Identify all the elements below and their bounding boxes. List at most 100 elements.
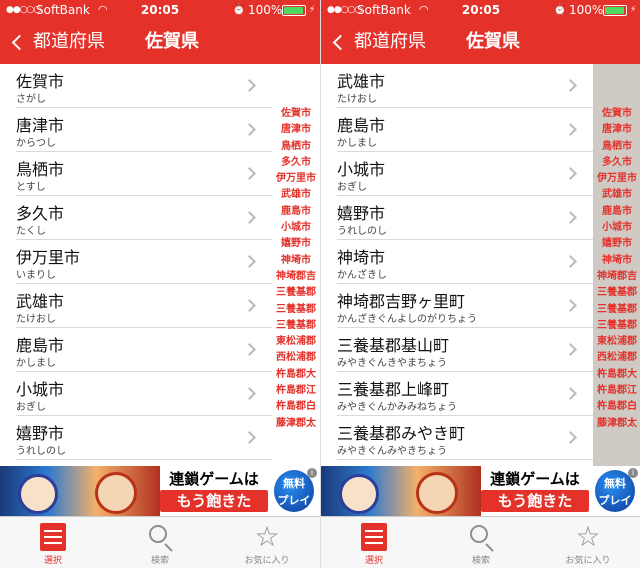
list-item[interactable]: 嬉野市 うれしのし [337,196,593,240]
index-item[interactable]: 武雄市 [593,187,640,203]
ad-subheadline: もう飽きた [160,490,268,512]
list-item[interactable]: 鹿島市 かしまし [337,108,593,152]
index-item[interactable]: 武雄市 [272,187,320,203]
city-name: 嬉野市 [16,424,65,443]
section-index[interactable]: 佐賀市 唐津市 鳥栖市 多久市 伊万里市 武雄市 鹿島市 小城市 嬉野市 神埼市… [593,64,640,466]
chevron-right-icon [564,123,577,136]
city-reading: おぎし [337,182,367,193]
index-item[interactable]: 藤津郡太 [593,416,640,432]
list-item[interactable]: 多久市 たくし [16,196,272,240]
city-reading: かしまし [16,358,56,369]
index-item[interactable]: 唐津市 [593,122,640,138]
menu-icon [361,523,387,551]
city-reading: とすし [16,182,46,193]
index-item[interactable]: 多久市 [593,155,640,171]
index-item[interactable]: 杵島郡白 [272,399,320,415]
index-item[interactable]: 杵島郡白 [593,399,640,415]
ad-banner[interactable]: 連鎖ゲームは もう飽きた 無料 プレイ i [0,466,320,516]
index-item[interactable]: 伊万里市 [593,171,640,187]
index-item[interactable]: 三養基郡 [593,302,640,318]
index-item[interactable]: 杵島郡大 [593,367,640,383]
index-item[interactable]: 東松浦郡 [272,334,320,350]
chevron-right-icon [243,431,256,444]
tab-select[interactable]: 選択 [321,517,427,568]
chevron-right-icon [564,299,577,312]
list-item[interactable]: 佐賀市 さがし [16,64,272,108]
index-item[interactable]: 西松浦郡 [593,350,640,366]
index-item[interactable]: 神埼市 [593,253,640,269]
index-item[interactable]: 鹿島市 [593,204,640,220]
ad-banner[interactable]: 連鎖ゲームは もう飽きた 無料 プレイ i [321,466,640,516]
index-item[interactable]: 神埼郡吉 [593,269,640,285]
tab-label: 選択 [364,556,383,566]
list-item[interactable]: 武雄市 たけおし [337,64,593,108]
status-bar: ●●○○○ SoftBank ◠ 20:05 ⏰ 100% ⚡ [321,0,640,20]
index-item[interactable]: 杵島郡江 [593,383,640,399]
index-item[interactable]: 佐賀市 [593,106,640,122]
list-item[interactable]: 嬉野市 うれしのし [16,416,272,460]
index-item[interactable]: 鳥栖市 [272,139,320,155]
city-list[interactable]: 武雄市 たけおし 鹿島市 かしまし 小城市 おぎし 嬉野市 うれしのし 神埼市 かんざきし… [321,64,593,466]
ad-headline: 連鎖ゲームは [169,470,259,488]
index-item[interactable]: 小城市 [272,220,320,236]
ad-info-icon[interactable]: i [307,468,317,478]
city-reading: みやきぐんかみみねちょう [337,402,457,413]
chevron-right-icon [243,211,256,224]
index-item[interactable]: 杵島郡江 [272,383,320,399]
list-item[interactable]: 神埼市 かんざきし [337,240,593,284]
index-item[interactable]: 多久市 [272,155,320,171]
list-item[interactable]: 伊万里市 いまりし [16,240,272,284]
battery-icon [282,5,306,16]
section-index[interactable]: 佐賀市 唐津市 鳥栖市 多久市 伊万里市 武雄市 鹿島市 小城市 嬉野市 神埼市… [272,64,320,466]
back-button[interactable]: 都道府県 [8,20,105,64]
index-item[interactable]: 嬉野市 [272,236,320,252]
city-name: 多久市 [16,204,65,223]
city-reading: うれしのし [16,446,66,457]
index-item[interactable]: 神埼市 [272,253,320,269]
index-item[interactable]: 唐津市 [272,122,320,138]
tab-search[interactable]: 検索 [107,517,213,568]
index-item[interactable]: 鹿島市 [272,204,320,220]
list-item[interactable]: 小城市 おぎし [337,152,593,196]
chevron-right-icon [243,167,256,180]
tab-favorites[interactable]: ☆ お気に入り [214,517,320,568]
list-item[interactable]: 鳥栖市 とすし [16,152,272,196]
list-item[interactable]: 小城市 おぎし [16,372,272,416]
tab-label: 検索 [150,556,169,566]
index-item[interactable]: 杵島郡大 [272,367,320,383]
back-button[interactable]: 都道府県 [329,20,426,64]
index-item[interactable]: 三養基郡 [593,318,640,334]
index-item[interactable]: 東松浦郡 [593,334,640,350]
battery-icon [603,5,627,16]
list-item[interactable]: 鹿島市 かしまし [16,328,272,372]
city-name: 神埼郡吉野ヶ里町 [337,292,466,311]
list-item[interactable]: 三養基郡上峰町 みやきぐんかみみねちょう [337,372,593,416]
list-item[interactable]: 武雄市 たけおし [16,284,272,328]
index-item[interactable]: 西松浦郡 [272,350,320,366]
star-icon: ☆ [254,520,280,553]
city-list[interactable]: 佐賀市 さがし 唐津市 からつし 鳥栖市 とすし 多久市 たくし 伊万里市 いまりし 武雄… [0,64,272,466]
ad-info-icon[interactable]: i [628,468,638,478]
index-item[interactable]: 藤津郡太 [272,416,320,432]
list-item[interactable]: 神埼郡吉野ヶ里町 かんざきぐんよしのがりちょう [337,284,593,328]
index-item[interactable]: 三養基郡 [272,318,320,334]
list-item[interactable]: 三養基郡基山町 みやきぐんきやまちょう [337,328,593,372]
ad-subheadline: もう飽きた [481,490,589,512]
list-item[interactable]: 唐津市 からつし [16,108,272,152]
tab-select[interactable]: 選択 [0,517,106,568]
index-item[interactable]: 佐賀市 [272,106,320,122]
tab-favorites[interactable]: ☆ お気に入り [535,517,640,568]
index-item[interactable]: 小城市 [593,220,640,236]
index-item[interactable]: 鳥栖市 [593,139,640,155]
index-item[interactable]: 伊万里市 [272,171,320,187]
index-item[interactable]: 三養基郡 [593,285,640,301]
ad-copy: 連鎖ゲームは もう飽きた [160,468,268,512]
city-reading: かんざきし [337,270,387,281]
index-item[interactable]: 三養基郡 [272,302,320,318]
index-item[interactable]: 三養基郡 [272,285,320,301]
index-item[interactable]: 嬉野市 [593,236,640,252]
tab-search[interactable]: 検索 [428,517,534,568]
alarm-icon: ⏰ [232,3,246,16]
list-item[interactable]: 三養基郡みやき町 みやきぐんみやきちょう [337,416,593,460]
index-item[interactable]: 神埼郡吉 [272,269,320,285]
